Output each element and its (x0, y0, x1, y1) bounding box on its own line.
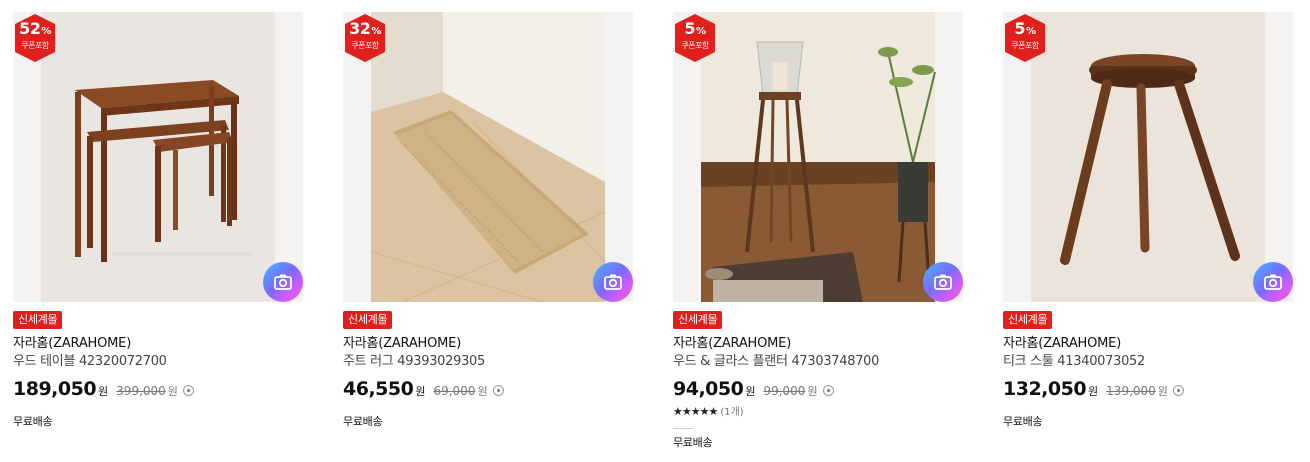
discount-badge: 5% 쿠폰포함 (1003, 14, 1047, 62)
product-card[interactable]: 5% 쿠폰포함 신세계몰 자라홈(ZARAHOME) 티크 스툴 4134007… (1003, 12, 1293, 462)
coupon-label: 쿠폰포함 (21, 41, 49, 50)
mall-tag: 신세계몰 (1003, 311, 1053, 329)
discount-unit: % (371, 26, 381, 37)
info-circle-icon[interactable] (822, 385, 834, 396)
original-price: 139,000 (1106, 384, 1156, 398)
product-image[interactable]: 32% 쿠폰포함 (343, 12, 633, 302)
original-price-unit: 원 (167, 385, 178, 398)
info-circle-icon[interactable] (182, 385, 194, 396)
info-circle-icon[interactable] (492, 385, 504, 396)
price-row: 94,050 원 99,000 원 (673, 378, 834, 404)
discount-value: 5 (1014, 19, 1026, 38)
sale-price: 94,050 (673, 378, 744, 400)
brand-name[interactable]: 자라홈(ZARAHOME) (1003, 336, 1121, 352)
divider (673, 428, 693, 429)
info-circle-icon[interactable] (1172, 385, 1184, 396)
price-row: 46,550 원 69,000 원 (343, 378, 504, 404)
product-name[interactable]: 우드 테이블 42320072700 (13, 354, 167, 370)
sale-price: 46,550 (343, 378, 414, 400)
original-price-unit: 원 (477, 385, 488, 398)
original-price: 69,000 (433, 384, 476, 398)
product-image[interactable]: 52% 쿠폰포함 (13, 12, 303, 302)
product-grid: 52% 쿠폰포함 신세계몰 자라홈(ZARAHOME) 우드 테이블 42320… (0, 0, 1310, 462)
discount-value: 32 (349, 19, 371, 38)
discount-value: 5 (684, 19, 696, 38)
sale-price: 132,050 (1003, 378, 1087, 400)
shipping-label: 무료배송 (343, 415, 383, 428)
coupon-label: 쿠폰포함 (1011, 41, 1039, 50)
rating-stars-icon: ★★★★★ (673, 405, 718, 418)
sale-price: 189,050 (13, 378, 97, 400)
mall-tag: 신세계몰 (673, 311, 723, 329)
product-image[interactable]: 5% 쿠폰포함 (1003, 12, 1293, 302)
product-image[interactable]: 5% 쿠폰포함 (673, 12, 963, 302)
discount-badge: 52% 쿠폰포함 (13, 14, 57, 62)
product-name[interactable]: 우드 & 글라스 플랜터 47303748700 (673, 354, 879, 370)
brand-name[interactable]: 자라홈(ZARAHOME) (673, 336, 791, 352)
product-card[interactable]: 32% 쿠폰포함 신세계몰 자라홈(ZARAHOME) 주트 러그 493930… (343, 12, 633, 462)
shipping-label: 무료배송 (673, 436, 713, 449)
product-name[interactable]: 티크 스툴 41340073052 (1003, 354, 1145, 370)
camera-search-icon[interactable] (263, 262, 303, 302)
discount-unit: % (696, 26, 706, 37)
mall-tag: 신세계몰 (343, 311, 393, 329)
original-price-unit: 원 (807, 385, 818, 398)
rating-row[interactable]: ★★★★★ (1개) (673, 405, 744, 420)
price-unit: 원 (415, 385, 426, 398)
product-card[interactable]: 52% 쿠폰포함 신세계몰 자라홈(ZARAHOME) 우드 테이블 42320… (13, 12, 303, 462)
brand-name[interactable]: 자라홈(ZARAHOME) (343, 336, 461, 352)
discount-badge: 32% 쿠폰포함 (343, 14, 387, 62)
price-unit: 원 (745, 385, 756, 398)
camera-search-icon[interactable] (593, 262, 633, 302)
price-row: 189,050 원 399,000 원 (13, 378, 194, 404)
shipping-label: 무료배송 (13, 415, 53, 428)
original-price-unit: 원 (1157, 385, 1168, 398)
discount-unit: % (41, 26, 51, 37)
review-count: (1개) (720, 407, 744, 418)
shipping-label: 무료배송 (1003, 415, 1043, 428)
discount-badge: 5% 쿠폰포함 (673, 14, 717, 62)
camera-search-icon[interactable] (1253, 262, 1293, 302)
original-price: 99,000 (763, 384, 806, 398)
coupon-label: 쿠폰포함 (351, 41, 379, 50)
price-unit: 원 (98, 385, 109, 398)
product-name[interactable]: 주트 러그 49393029305 (343, 354, 485, 370)
coupon-label: 쿠폰포함 (681, 41, 709, 50)
product-card[interactable]: 5% 쿠폰포함 신세계몰 자라홈(ZARAHOME) 우드 & 글라스 플랜터 … (673, 12, 963, 462)
discount-value: 52 (19, 19, 41, 38)
camera-search-icon[interactable] (923, 262, 963, 302)
brand-name[interactable]: 자라홈(ZARAHOME) (13, 336, 131, 352)
mall-tag: 신세계몰 (13, 311, 63, 329)
price-unit: 원 (1088, 385, 1099, 398)
price-row: 132,050 원 139,000 원 (1003, 378, 1184, 404)
discount-unit: % (1026, 26, 1036, 37)
original-price: 399,000 (116, 384, 166, 398)
